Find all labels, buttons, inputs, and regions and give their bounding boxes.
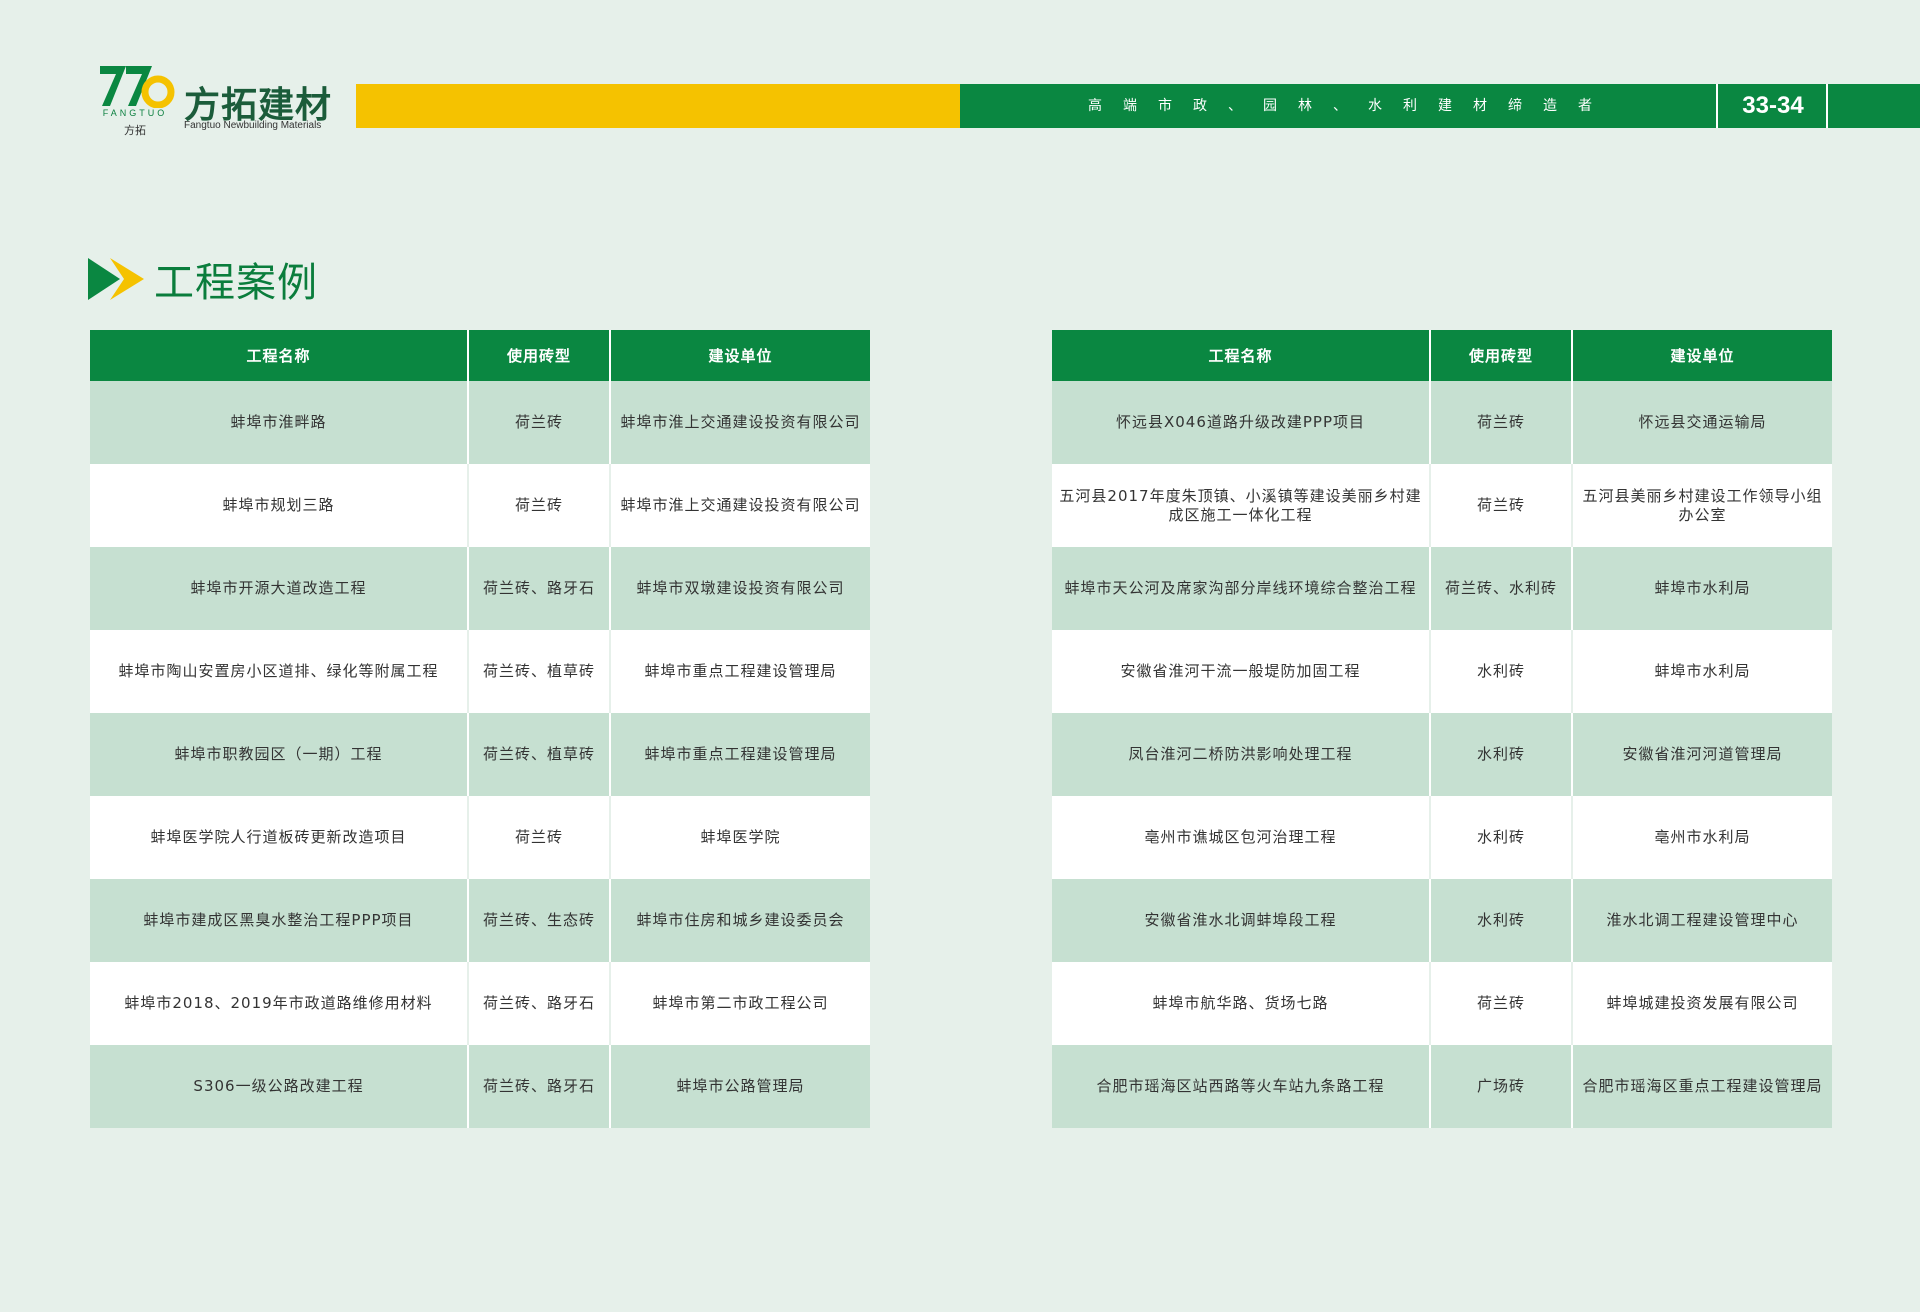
- table-row: 怀远县X046道路升级改建PPP项目 荷兰砖 怀远县交通运输局: [1052, 381, 1832, 464]
- table-row: 五河县2017年度朱顶镇、小溪镇等建设美丽乡村建成区施工一体化工程 荷兰砖 五河县美…: [1052, 464, 1832, 547]
- column-header-project: 工程名称: [90, 330, 468, 381]
- table-row: 安徽省淮水北调蚌埠段工程 水利砖 淮水北调工程建设管理中心: [1052, 879, 1832, 962]
- cell-brick-type: 荷兰砖: [467, 464, 610, 547]
- cell-project: 蚌埠市航华路、货场七路: [1052, 962, 1430, 1045]
- cell-builder: 蚌埠市双墩建设投资有限公司: [609, 547, 870, 630]
- table-row: S306一级公路改建工程 荷兰砖、路牙石 蚌埠市公路管理局: [90, 1045, 870, 1128]
- cell-brick-type: 荷兰砖、路牙石: [467, 962, 610, 1045]
- table-row: 安徽省淮河干流一般堤防加固工程 水利砖 蚌埠市水利局: [1052, 630, 1832, 713]
- table-row: 蚌埠市淮畔路 荷兰砖 蚌埠市淮上交通建设投资有限公司: [90, 381, 870, 464]
- cell-project: 安徽省淮河干流一般堤防加固工程: [1052, 630, 1430, 713]
- cell-project: 蚌埠市天公河及席家沟部分岸线环境综合整治工程: [1052, 547, 1430, 630]
- case-table-left: 工程名称 使用砖型 建设单位 蚌埠市淮畔路 荷兰砖 蚌埠市淮上交通建设投资有限公司 …: [90, 330, 870, 1128]
- cell-project: 蚌埠市开源大道改造工程: [90, 547, 468, 630]
- cell-project: 蚌埠市2018、2019年市政道路维修用材料: [90, 962, 468, 1045]
- cell-brick-type: 广场砖: [1429, 1045, 1572, 1128]
- page-number-divider: [1826, 84, 1828, 128]
- column-header-builder: 建设单位: [1571, 330, 1832, 381]
- cell-builder: 合肥市瑶海区重点工程建设管理局: [1571, 1045, 1832, 1128]
- table-row: 蚌埠市天公河及席家沟部分岸线环境综合整治工程 荷兰砖、水利砖 蚌埠市水利局: [1052, 547, 1832, 630]
- cell-project: 蚌埠医学院人行道板砖更新改造项目: [90, 796, 468, 879]
- cell-brick-type: 荷兰砖: [1429, 381, 1572, 464]
- cell-builder: 五河县美丽乡村建设工作领导小组办公室: [1571, 464, 1832, 547]
- cell-project: 蚌埠市建成区黑臭水整治工程PPP项目: [90, 879, 468, 962]
- cell-brick-type: 荷兰砖、路牙石: [467, 547, 610, 630]
- cell-project: 蚌埠市职教园区（一期）工程: [90, 713, 468, 796]
- cell-project: 凤台淮河二桥防洪影响处理工程: [1052, 713, 1430, 796]
- table-row: 蚌埠市开源大道改造工程 荷兰砖、路牙石 蚌埠市双墩建设投资有限公司: [90, 547, 870, 630]
- table-row: 蚌埠市2018、2019年市政道路维修用材料 荷兰砖、路牙石 蚌埠市第二市政工程公司: [90, 962, 870, 1045]
- cell-brick-type: 水利砖: [1429, 879, 1572, 962]
- cell-builder: 怀远县交通运输局: [1571, 381, 1832, 464]
- cell-brick-type: 水利砖: [1429, 713, 1572, 796]
- header-yellow-bar: [356, 84, 960, 128]
- table-header-row: 工程名称 使用砖型 建设单位: [1052, 330, 1832, 381]
- cell-builder: 蚌埠市水利局: [1571, 547, 1832, 630]
- cell-brick-type: 荷兰砖、植草砖: [467, 630, 610, 713]
- logo-mark-icon: [100, 66, 175, 108]
- cell-brick-type: 荷兰砖、生态砖: [467, 879, 610, 962]
- table-row: 蚌埠市航华路、货场七路 荷兰砖 蚌埠城建投资发展有限公司: [1052, 962, 1832, 1045]
- cell-builder: 蚌埠市第二市政工程公司: [609, 962, 870, 1045]
- section-title: 工程案例: [154, 260, 318, 306]
- cell-project: 安徽省淮水北调蚌埠段工程: [1052, 879, 1430, 962]
- cell-project: 合肥市瑶海区站西路等火车站九条路工程: [1052, 1045, 1430, 1128]
- cell-project: 五河县2017年度朱顶镇、小溪镇等建设美丽乡村建成区施工一体化工程: [1052, 464, 1430, 547]
- logo-sub-cn: 方拓: [124, 124, 146, 137]
- cell-builder: 蚌埠医学院: [609, 796, 870, 879]
- column-header-brick-type: 使用砖型: [1429, 330, 1572, 381]
- cell-builder: 蚌埠市淮上交通建设投资有限公司: [609, 464, 870, 547]
- column-header-brick-type: 使用砖型: [467, 330, 610, 381]
- cell-builder: 蚌埠市水利局: [1571, 630, 1832, 713]
- page-number: 33-34: [1742, 92, 1804, 119]
- cell-brick-type: 水利砖: [1429, 796, 1572, 879]
- cell-builder: 亳州市水利局: [1571, 796, 1832, 879]
- table-header-row: 工程名称 使用砖型 建设单位: [90, 330, 870, 381]
- cell-brick-type: 荷兰砖、路牙石: [467, 1045, 610, 1128]
- cell-project: S306一级公路改建工程: [90, 1045, 468, 1128]
- cell-builder: 淮水北调工程建设管理中心: [1571, 879, 1832, 962]
- column-header-project: 工程名称: [1052, 330, 1430, 381]
- cell-builder: 蚌埠市重点工程建设管理局: [609, 630, 870, 713]
- cell-builder: 蚌埠城建投资发展有限公司: [1571, 962, 1832, 1045]
- cell-brick-type: 水利砖: [1429, 630, 1572, 713]
- cell-brick-type: 荷兰砖: [467, 381, 610, 464]
- cell-project: 亳州市谯城区包河治理工程: [1052, 796, 1430, 879]
- header-slogan: 高端市政、园林、水利建材缔造者: [1088, 98, 1613, 114]
- table-row: 合肥市瑶海区站西路等火车站九条路工程 广场砖 合肥市瑶海区重点工程建设管理局: [1052, 1045, 1832, 1128]
- cell-brick-type: 荷兰砖、植草砖: [467, 713, 610, 796]
- cell-brick-type: 荷兰砖、水利砖: [1429, 547, 1572, 630]
- section-arrow-icon: [88, 258, 144, 300]
- table-row: 蚌埠市职教园区（一期）工程 荷兰砖、植草砖 蚌埠市重点工程建设管理局: [90, 713, 870, 796]
- cell-project: 蚌埠市规划三路: [90, 464, 468, 547]
- logo-sub-text: FANGTUO: [102, 108, 168, 118]
- table-row: 蚌埠医学院人行道板砖更新改造项目 荷兰砖 蚌埠医学院: [90, 796, 870, 879]
- table-row: 蚌埠市规划三路 荷兰砖 蚌埠市淮上交通建设投资有限公司: [90, 464, 870, 547]
- table-row: 蚌埠市建成区黑臭水整治工程PPP项目 荷兰砖、生态砖 蚌埠市住房和城乡建设委员会: [90, 879, 870, 962]
- table-row: 亳州市谯城区包河治理工程 水利砖 亳州市水利局: [1052, 796, 1832, 879]
- cell-brick-type: 荷兰砖: [1429, 464, 1572, 547]
- cell-brick-type: 荷兰砖: [1429, 962, 1572, 1045]
- column-header-builder: 建设单位: [609, 330, 870, 381]
- cell-project: 蚌埠市淮畔路: [90, 381, 468, 464]
- cell-builder: 蚌埠市公路管理局: [609, 1045, 870, 1128]
- case-table-right: 工程名称 使用砖型 建设单位 怀远县X046道路升级改建PPP项目 荷兰砖 怀远县交…: [1052, 330, 1832, 1128]
- brand-name-en: Fangtuo Newbuilding Materials: [184, 120, 322, 131]
- cell-builder: 安徽省淮河河道管理局: [1571, 713, 1832, 796]
- cell-brick-type: 荷兰砖: [467, 796, 610, 879]
- cell-project: 蚌埠市陶山安置房小区道排、绿化等附属工程: [90, 630, 468, 713]
- cell-builder: 蚌埠市重点工程建设管理局: [609, 713, 870, 796]
- cell-builder: 蚌埠市淮上交通建设投资有限公司: [609, 381, 870, 464]
- cell-project: 怀远县X046道路升级改建PPP项目: [1052, 381, 1430, 464]
- cell-builder: 蚌埠市住房和城乡建设委员会: [609, 879, 870, 962]
- table-row: 凤台淮河二桥防洪影响处理工程 水利砖 安徽省淮河河道管理局: [1052, 713, 1832, 796]
- table-row: 蚌埠市陶山安置房小区道排、绿化等附属工程 荷兰砖、植草砖 蚌埠市重点工程建设管理局: [90, 630, 870, 713]
- brand-logo: FANGTUO 方拓 方拓建材 Fangtuo Newbuilding Mate…: [96, 60, 336, 140]
